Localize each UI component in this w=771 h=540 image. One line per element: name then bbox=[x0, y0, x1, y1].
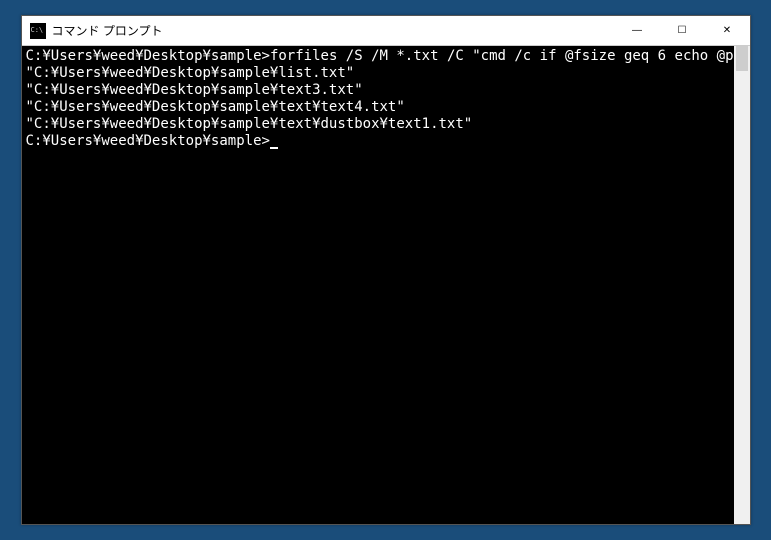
cursor bbox=[270, 147, 278, 149]
output-line: "C:¥Users¥weed¥Desktop¥sample¥list.txt" bbox=[26, 65, 730, 82]
minimize-button[interactable]: — bbox=[615, 16, 660, 45]
command-prompt-window: コマンド プロンプト — ☐ ✕ C:¥Users¥weed¥Desktop¥s… bbox=[21, 15, 751, 525]
command-text: forfiles /S /M *.txt /C "cmd /c if @fsiz… bbox=[270, 48, 734, 64]
output-line: "C:¥Users¥weed¥Desktop¥sample¥text3.txt" bbox=[26, 82, 730, 99]
scrollbar[interactable] bbox=[734, 46, 750, 524]
titlebar[interactable]: コマンド プロンプト — ☐ ✕ bbox=[22, 16, 750, 46]
window-title: コマンド プロンプト bbox=[52, 22, 615, 39]
output-line: "C:¥Users¥weed¥Desktop¥sample¥text¥text4… bbox=[26, 99, 730, 116]
prompt-text: C:¥Users¥weed¥Desktop¥sample> bbox=[26, 48, 270, 64]
titlebar-controls: — ☐ ✕ bbox=[615, 16, 750, 45]
cmd-icon bbox=[30, 23, 46, 39]
maximize-button[interactable]: ☐ bbox=[660, 16, 705, 45]
prompt-text: C:¥Users¥weed¥Desktop¥sample> bbox=[26, 133, 270, 149]
close-button[interactable]: ✕ bbox=[705, 16, 750, 45]
output-line: "C:¥Users¥weed¥Desktop¥sample¥text¥dustb… bbox=[26, 116, 730, 133]
scrollbar-thumb[interactable] bbox=[736, 46, 748, 71]
terminal-output[interactable]: C:¥Users¥weed¥Desktop¥sample>forfiles /S… bbox=[22, 46, 734, 524]
terminal-area: C:¥Users¥weed¥Desktop¥sample>forfiles /S… bbox=[22, 46, 750, 524]
